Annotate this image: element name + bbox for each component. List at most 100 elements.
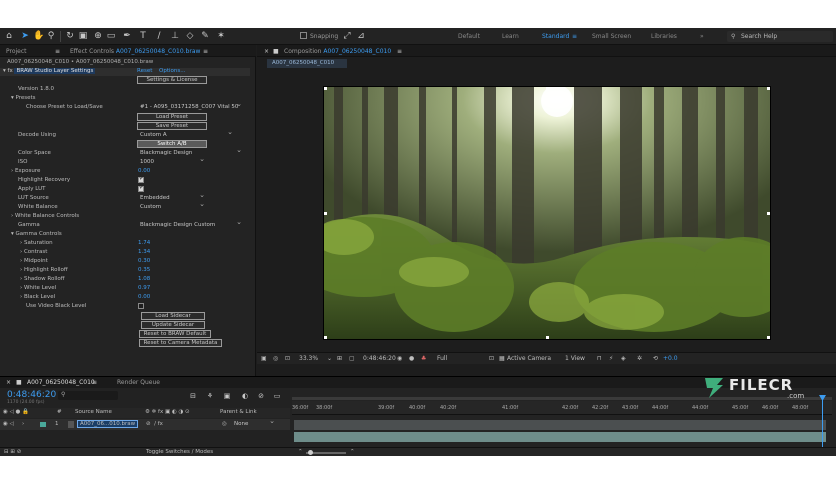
workspace-standard[interactable]: Standard <box>542 33 569 40</box>
shadow-rolloff-value[interactable]: 1.08 <box>138 275 150 284</box>
parent-link-header[interactable]: Parent & Link <box>220 408 257 417</box>
reset-link[interactable]: Reset <box>137 67 152 76</box>
reset-braw-default-button[interactable]: Reset to BRAW Default <box>139 330 211 338</box>
transparency-grid-icon[interactable]: ▦ <box>499 355 505 362</box>
load-preset-button[interactable]: Load Preset <box>137 113 207 121</box>
show-snapshot-icon[interactable]: ● <box>409 355 414 362</box>
snap-mode-icon[interactable]: ⊿ <box>356 31 366 41</box>
layer-row[interactable]: ◉ ◁ › 1 A007_06...010.braw ⊘ / fx ◎ None <box>0 417 290 430</box>
workspace-learn[interactable]: Learn <box>502 33 519 40</box>
save-preset-button[interactable]: Save Preset <box>137 122 207 130</box>
midpoint-row[interactable]: › Midpoint <box>20 257 48 266</box>
exposure-row[interactable]: › Exposure <box>11 167 40 176</box>
layer-name[interactable]: A007_06...010.braw <box>77 420 139 428</box>
toggle-pixel-aspect-icon[interactable]: ⊓ <box>597 355 602 362</box>
midpoint-value[interactable]: 0.30 <box>138 257 150 266</box>
home-icon[interactable]: ⌂ <box>4 31 14 41</box>
active-camera-dropdown[interactable]: Active Camera <box>507 355 551 362</box>
graph-editor-icon[interactable]: ⊘ <box>256 391 266 401</box>
resolution-dropdown[interactable]: Full <box>437 355 447 362</box>
always-preview-icon[interactable]: ▣ <box>261 355 267 362</box>
frame-blending-icon[interactable]: ▣ <box>222 391 232 401</box>
exposure-value[interactable]: +0.0 <box>663 355 678 362</box>
panel-menu-icon[interactable]: ≡ <box>55 48 60 55</box>
composition-viewer-image[interactable] <box>323 86 771 340</box>
transform-handle[interactable] <box>767 87 770 90</box>
roto-brush-tool-icon[interactable]: ✎ <box>200 31 210 41</box>
layer-visibility-icon[interactable]: ◉ ◁ <box>3 420 14 429</box>
tab-project[interactable]: Project <box>6 48 27 55</box>
rotate-tool-icon[interactable]: ↻ <box>65 31 75 41</box>
source-name-header[interactable]: Source Name <box>75 408 112 417</box>
composition-navigator-tab[interactable]: A007_06250048_C010 <box>267 59 347 68</box>
workspace-menu-icon[interactable]: ≡ <box>572 33 577 40</box>
options-link[interactable]: Options... <box>159 67 185 76</box>
puppet-tool-icon[interactable]: ✶ <box>216 31 226 41</box>
contrast-row[interactable]: › Contrast <box>20 248 47 257</box>
use-video-black-level-checkbox[interactable] <box>138 303 144 309</box>
timeline-icon[interactable]: ◈ <box>621 355 626 362</box>
pen-tool-icon[interactable]: ✒ <box>122 31 132 41</box>
contrast-value[interactable]: 1.34 <box>138 248 150 257</box>
grid-icon[interactable]: ⊞ <box>337 355 342 362</box>
current-time[interactable]: 0:48:46:20 <box>363 355 396 362</box>
transform-handle[interactable] <box>324 336 327 339</box>
composition-menu-icon[interactable]: ≡ <box>397 48 402 55</box>
draft-3d-icon[interactable]: ⊟ <box>188 391 198 401</box>
eraser-tool-icon[interactable]: ◇ <box>185 31 195 41</box>
switch-ab-button[interactable]: Switch A/B <box>137 140 207 148</box>
clone-stamp-tool-icon[interactable]: ⊥ <box>170 31 180 41</box>
brush-tool-icon[interactable]: ∕ <box>154 31 164 41</box>
layer-label-color[interactable] <box>40 422 46 427</box>
search-help-field[interactable]: ⚲ Search Help <box>727 31 833 42</box>
transform-handle[interactable] <box>324 212 327 215</box>
transform-handle[interactable] <box>767 336 770 339</box>
timeline-lock-icon[interactable]: ■ <box>16 379 22 386</box>
lut-source-dropdown[interactable]: Embedded <box>138 191 206 202</box>
shadow-rolloff-row[interactable]: › Shadow Rolloff <box>20 275 65 284</box>
selection-tool-icon[interactable]: ➤ <box>20 31 30 41</box>
mask-visibility-icon[interactable]: ▢ <box>349 355 355 362</box>
workspace-small-screen[interactable]: Small Screen <box>592 33 631 40</box>
layer-duration-bar[interactable] <box>294 432 826 442</box>
workspace-overflow-icon[interactable]: » <box>700 33 704 40</box>
transform-handle[interactable] <box>546 87 549 90</box>
zoom-in-icon[interactable]: ⌃ <box>350 448 355 456</box>
tab-composition[interactable]: Composition A007_06250048_C010 <box>284 48 391 55</box>
settings-license-button[interactable]: Settings & License <box>137 76 207 84</box>
tab-timeline[interactable]: A007_06250048_C010 <box>27 379 95 386</box>
flowchart-icon[interactable]: ✲ <box>637 355 642 362</box>
white-balance-controls-group[interactable]: › White Balance Controls <box>11 212 79 221</box>
hand-tool-icon[interactable]: ✋ <box>33 31 44 41</box>
roi-icon[interactable]: ⊡ <box>489 355 494 362</box>
apply-lut-checkbox[interactable] <box>138 184 144 192</box>
transform-handle[interactable] <box>546 336 549 339</box>
transform-handle[interactable] <box>324 87 327 90</box>
fit-icon[interactable]: ⌄ <box>327 355 332 362</box>
presets-group[interactable]: ▾ Presets <box>11 94 36 103</box>
layer-expand-icon[interactable]: › <box>22 420 24 429</box>
mask-tool-icon[interactable]: ▭ <box>106 31 116 41</box>
pan-behind-tool-icon[interactable]: ⊕ <box>93 31 103 41</box>
load-sidecar-button[interactable]: Load Sidecar <box>141 312 205 320</box>
snap-options-icon[interactable]: ⤢ <box>342 31 352 41</box>
white-level-value[interactable]: 0.97 <box>138 284 150 293</box>
highlight-recovery-checkbox[interactable] <box>138 175 144 183</box>
gamma-controls-group[interactable]: ▾ Gamma Controls <box>11 230 62 239</box>
effect-name[interactable]: ▾ fx BRAW Studio Layer Settings <box>3 67 96 76</box>
layer-switches[interactable]: ⊘ / fx <box>146 420 163 429</box>
tab-render-queue[interactable]: Render Queue <box>117 379 160 386</box>
snapping-checkbox[interactable] <box>300 32 307 39</box>
saturation-row[interactable]: › Saturation <box>20 239 53 248</box>
snapshot-icon[interactable]: ◉ <box>397 355 402 362</box>
type-tool-icon[interactable]: T <box>138 31 148 41</box>
parent-pick-whip-icon[interactable]: ◎ <box>222 420 227 429</box>
gamma-dropdown[interactable]: Blackmagic Design Custom <box>138 218 243 229</box>
fast-previews-icon[interactable]: ⚡ <box>609 355 613 362</box>
color-space-dropdown[interactable]: Blackmagic Design <box>138 146 243 157</box>
white-level-row[interactable]: › White Level <box>20 284 56 293</box>
toggle-switches-modes[interactable]: Toggle Switches / Modes <box>146 448 213 456</box>
color-channel-icon[interactable]: ♣ <box>421 355 426 362</box>
timeline-search-field[interactable]: ⚲ <box>58 391 118 400</box>
workspace-libraries[interactable]: Libraries <box>651 33 677 40</box>
